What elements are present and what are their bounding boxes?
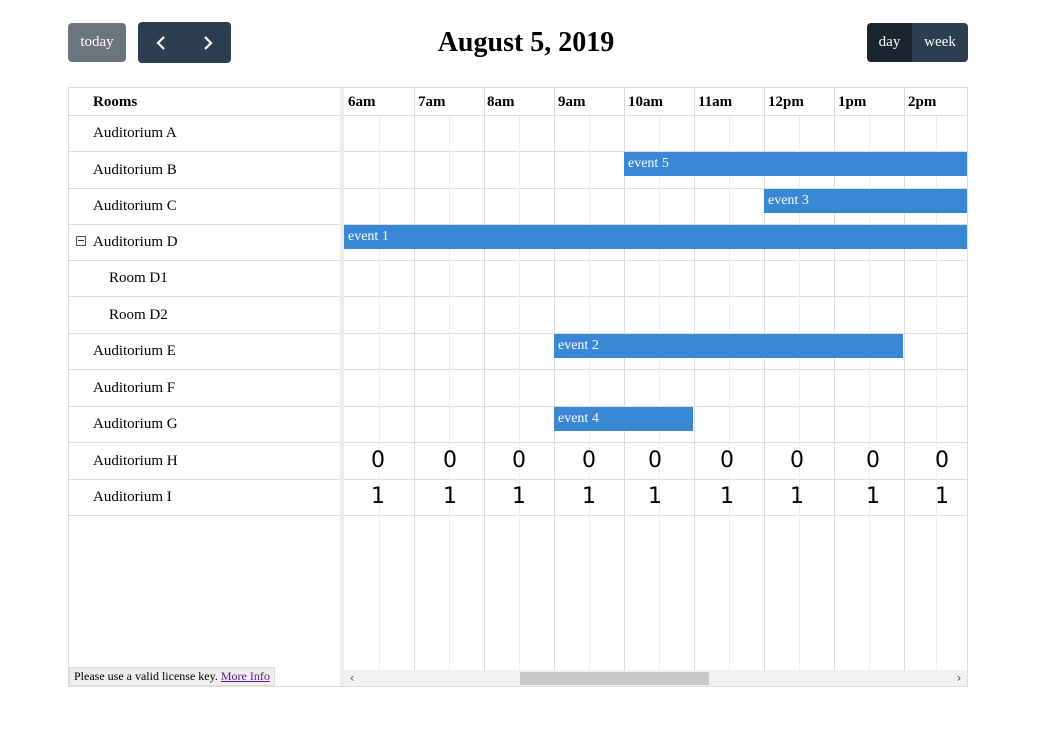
row-divider-line xyxy=(69,260,340,261)
slot-cell-value: 1 xyxy=(935,484,949,509)
header-divider-line xyxy=(69,115,340,116)
time-slot-label: 9am xyxy=(558,94,586,110)
more-info-link[interactable]: More Info xyxy=(221,669,270,683)
resource-row-auditorium-f: Auditorium F xyxy=(93,379,176,396)
time-slot-label: 8am xyxy=(487,94,515,110)
resource-row-auditorium-a: Auditorium A xyxy=(93,125,177,141)
row-divider-line xyxy=(344,260,967,261)
row-divider-line xyxy=(69,188,340,189)
slot-cell-value: 1 xyxy=(582,484,596,509)
row-divider-line xyxy=(69,406,340,407)
scroll-right-icon[interactable]: › xyxy=(951,670,967,686)
resource-row-auditorium-b: Auditorium B xyxy=(93,161,177,178)
slot-cell-value: 0 xyxy=(371,447,385,473)
time-slot-label: 10am xyxy=(628,94,663,110)
half-hour-gridline xyxy=(729,116,730,671)
slot-gridline xyxy=(414,88,415,671)
row-divider-line xyxy=(344,296,967,297)
row-divider-line xyxy=(69,479,340,480)
row-divider-line xyxy=(344,369,967,370)
slot-cell-value: 1 xyxy=(866,484,880,509)
row-divider-line xyxy=(69,333,340,334)
resource-row-auditorium-i: Auditorium I xyxy=(93,489,172,505)
time-slot-label: 1pm xyxy=(838,94,867,110)
collapse-icon[interactable] xyxy=(76,236,86,246)
half-hour-gridline xyxy=(449,116,450,671)
event-bar[interactable]: event 4 xyxy=(554,407,693,431)
slot-cell-value: 0 xyxy=(582,447,596,473)
resource-row-auditorium-e: Auditorium E xyxy=(93,343,176,359)
scroll-left-icon[interactable]: ‹ xyxy=(344,670,360,686)
resource-row-auditorium-h: Auditorium H xyxy=(93,452,178,469)
time-slot-label: 6am xyxy=(348,94,376,110)
slot-gridline xyxy=(484,88,485,671)
half-hour-gridline xyxy=(659,116,660,671)
event-bar[interactable]: event 2 xyxy=(554,334,903,358)
horizontal-scrollbar[interactable]: ‹ › xyxy=(344,670,967,686)
row-divider-line xyxy=(69,442,340,443)
slot-cell-value: 1 xyxy=(443,484,457,509)
slot-cell-value: 0 xyxy=(443,447,457,473)
resource-list: Rooms Auditorium A Auditorium B Auditorium… xyxy=(69,88,341,686)
row-divider-line xyxy=(69,151,340,152)
slot-cell-value: 0 xyxy=(935,447,949,473)
slot-cell-value: 0 xyxy=(720,447,734,473)
row-divider-line xyxy=(69,224,340,225)
row-divider-line xyxy=(69,515,340,516)
time-slot-label: 7am xyxy=(418,94,446,110)
time-slot-label: 2pm xyxy=(908,94,937,110)
slot-cell-value: 1 xyxy=(648,484,662,509)
license-text: Please use a valid license key. xyxy=(74,669,218,683)
half-hour-gridline xyxy=(589,116,590,671)
slot-cell-value: 0 xyxy=(512,447,526,473)
half-hour-gridline xyxy=(519,116,520,671)
row-divider-line xyxy=(344,515,967,516)
slot-cell-value: 1 xyxy=(371,484,385,509)
slot-cell-value: 1 xyxy=(720,484,734,509)
header-divider-line xyxy=(344,115,967,116)
row-divider-line xyxy=(69,369,340,370)
event-bar[interactable]: event 3 xyxy=(764,189,967,213)
event-bar[interactable]: event 5 xyxy=(624,152,967,176)
slot-gridline xyxy=(554,88,555,671)
resource-row-room-d2: Room D2 xyxy=(109,306,168,323)
time-slot-label: 12pm xyxy=(768,94,804,110)
row-divider-line xyxy=(344,479,967,480)
event-bar[interactable]: event 1 xyxy=(344,225,967,249)
slot-cell-value: 0 xyxy=(648,447,662,473)
scrollbar-thumb[interactable] xyxy=(520,672,709,685)
resource-row-auditorium-d: Auditorium D xyxy=(93,234,178,250)
row-divider-line xyxy=(344,442,967,443)
resource-row-auditorium-c: Auditorium C xyxy=(93,198,177,214)
resource-header: Rooms xyxy=(93,94,138,110)
license-notice: Please use a valid license key. More Inf… xyxy=(69,667,275,686)
half-hour-gridline xyxy=(379,116,380,671)
slot-cell-value: 0 xyxy=(790,447,804,473)
week-view-button[interactable]: week xyxy=(912,23,968,62)
resource-timeline: Rooms Auditorium A Auditorium B Auditorium… xyxy=(68,87,968,687)
timeline-grid: ‹ › 6am 7am 8am 9am 10am 11am 12pm 1pm 2pm event … xyxy=(344,88,967,686)
slot-cell-value: 1 xyxy=(512,484,526,509)
slot-cell-value: 1 xyxy=(790,484,804,509)
view-switcher: day week xyxy=(867,23,968,62)
resource-row-room-d1: Room D1 xyxy=(109,270,168,286)
day-view-button[interactable]: day xyxy=(867,23,912,62)
row-divider-line xyxy=(69,296,340,297)
resource-row-auditorium-g: Auditorium G xyxy=(93,416,178,432)
slot-cell-value: 0 xyxy=(866,447,880,473)
time-slot-label: 11am xyxy=(698,94,733,110)
